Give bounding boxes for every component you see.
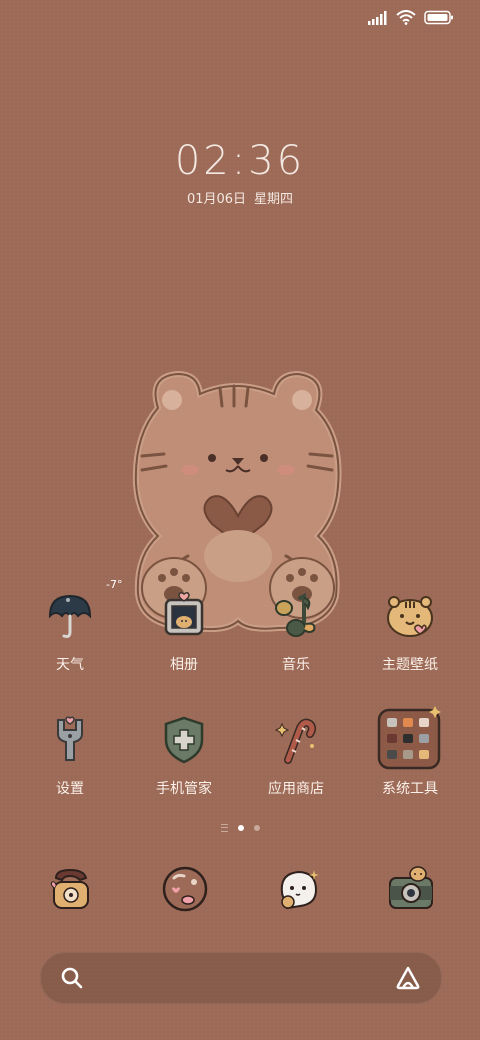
assistant-icon[interactable] xyxy=(395,966,421,990)
app-label: 系统工具 xyxy=(382,781,438,797)
battery-icon xyxy=(424,10,453,25)
app-label: 主题壁纸 xyxy=(382,657,438,673)
music-note-icon xyxy=(275,592,316,637)
status-bar xyxy=(368,10,454,25)
app-label: 音乐 xyxy=(282,657,310,673)
phone-icon[interactable] xyxy=(46,864,96,914)
app-gallery[interactable]: 相册 xyxy=(128,590,240,674)
page-dot-active[interactable] xyxy=(237,825,244,831)
shield-icon xyxy=(164,716,204,764)
candy-cane-icon xyxy=(274,718,316,764)
app-label: 相册 xyxy=(170,657,198,673)
page-indicator[interactable] xyxy=(0,824,480,832)
clock-time: 02:36 xyxy=(174,138,306,184)
umbrella-icon xyxy=(48,594,92,638)
tiger-face-icon xyxy=(387,596,433,637)
clock-widget[interactable]: 02:36 01月06日 星期四 xyxy=(0,138,480,207)
browser-icon[interactable] xyxy=(274,864,324,914)
app-themes[interactable]: 主题壁纸 xyxy=(354,590,466,674)
page-list-icon[interactable] xyxy=(220,824,228,832)
app-settings[interactable]: 设置 xyxy=(14,714,126,798)
app-system-tools-folder[interactable]: 系统工具 xyxy=(354,704,466,798)
app-label: 天气 xyxy=(56,657,84,673)
page-dot[interactable] xyxy=(253,825,260,831)
app-weather[interactable]: -7° 天气 xyxy=(14,578,126,674)
photo-frame-icon xyxy=(164,591,204,636)
app-label: 手机管家 xyxy=(156,781,212,797)
search-icon[interactable] xyxy=(61,967,83,989)
signal-icon xyxy=(368,10,387,25)
clock-date: 01月06日 星期四 xyxy=(0,188,480,207)
camera-icon[interactable] xyxy=(386,864,436,914)
wrench-icon xyxy=(57,716,83,761)
app-label: 应用商店 xyxy=(268,781,324,797)
date-text: 01月06日 xyxy=(186,192,247,207)
app-store[interactable]: 应用商店 xyxy=(240,714,352,798)
wifi-icon xyxy=(396,10,416,25)
folder-icon xyxy=(377,706,441,770)
weekday-text: 星期四 xyxy=(254,192,294,207)
search-bar[interactable] xyxy=(40,952,442,1004)
messages-icon[interactable] xyxy=(160,864,210,914)
weather-temperature: -7° xyxy=(106,578,123,591)
app-phone-manager[interactable]: 手机管家 xyxy=(128,714,240,798)
app-label: 设置 xyxy=(56,781,84,797)
app-music[interactable]: 音乐 xyxy=(240,590,352,674)
